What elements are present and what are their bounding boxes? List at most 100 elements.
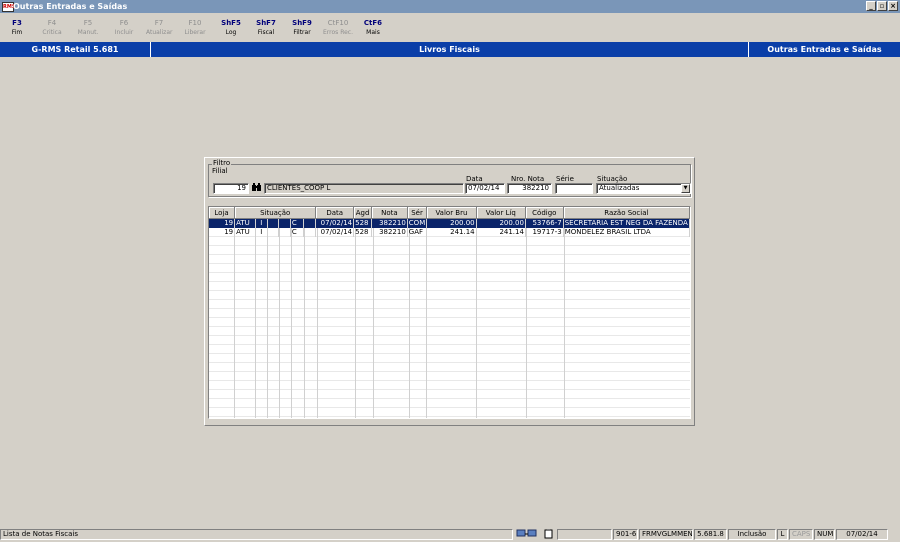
filter-group-label: Filtro bbox=[212, 159, 232, 167]
chevron-down-icon[interactable]: ▼ bbox=[681, 184, 690, 193]
table-row[interactable]: 19 ATU I C 07/02/14 528 382210 COM 200.0… bbox=[209, 218, 690, 228]
cell-agd: 528 bbox=[353, 218, 373, 228]
status-num-indicator: NUM bbox=[814, 529, 835, 540]
toolbar-label: Liberar bbox=[184, 29, 206, 36]
situacao-selected-value: Atualizadas bbox=[599, 184, 640, 192]
toolbar-button-fim[interactable]: F3 Fim bbox=[4, 18, 30, 38]
filter-group: Filtro Filial 19 CLIENTES_COOP L Data 07… bbox=[208, 159, 691, 197]
cell-situacao-flag: C bbox=[290, 228, 304, 237]
close-button[interactable]: × bbox=[888, 1, 898, 11]
toolbar-key: ShF9 bbox=[292, 19, 312, 27]
column-header-data[interactable]: Data bbox=[315, 207, 355, 219]
header-app-version: G-RMS Retail 5.681 bbox=[31, 45, 119, 54]
toolbar-button-atualizar[interactable]: F7 Atualizar bbox=[146, 18, 172, 38]
status-empty-panel bbox=[557, 529, 612, 540]
toolbar-button-erros-rec[interactable]: CtF10 Erros Rec. bbox=[321, 18, 355, 38]
toolbar-label: Atualizar bbox=[146, 29, 173, 36]
cell-situacao-flag bbox=[267, 228, 280, 237]
toolbar-label: Manut. bbox=[77, 29, 99, 36]
status-program: FRMVGLMMENU bbox=[639, 529, 693, 540]
grid-column-divider bbox=[564, 207, 565, 418]
column-header-situacao[interactable]: Situação bbox=[234, 207, 317, 219]
toolbar-label: Filtrar bbox=[293, 29, 311, 36]
toolbar-button-critica[interactable]: F4 Critica bbox=[39, 18, 65, 38]
clipboard-icon bbox=[541, 529, 555, 540]
toolbar-button-fiscal[interactable]: ShF7 Fiscal bbox=[253, 18, 279, 38]
filial-name-field: CLIENTES_COOP L bbox=[264, 183, 464, 194]
toolbar-label: Critica bbox=[42, 29, 62, 36]
cell-situacao: ATU bbox=[234, 228, 256, 237]
grid-column-divider bbox=[255, 207, 256, 418]
column-header-codigo[interactable]: Código bbox=[525, 207, 564, 219]
cell-situacao-flag bbox=[303, 228, 317, 237]
grid-column-divider bbox=[373, 207, 374, 418]
toolbar-label: Mais bbox=[366, 29, 380, 36]
toolbar-button-incluir[interactable]: F6 Incluir bbox=[111, 18, 137, 38]
notas-table: Loja Situação Data Agd Nota Sér Valor Br… bbox=[209, 207, 690, 237]
cell-valor-bru: 200.00 bbox=[426, 218, 477, 228]
minimize-button[interactable]: _ bbox=[866, 1, 876, 11]
toolbar-button-mais[interactable]: CtF6 Mais bbox=[360, 18, 386, 38]
toolbar-button-log[interactable]: ShF5 Log bbox=[218, 18, 244, 38]
cell-valor-bru: 241.14 bbox=[426, 228, 477, 237]
function-key-toolbar: F3 Fim F4 Critica F5 Manut. F6 Incluir F… bbox=[0, 13, 900, 42]
network-icon bbox=[515, 529, 539, 540]
grid-column-divider bbox=[291, 207, 292, 418]
grid-column-divider bbox=[279, 207, 280, 418]
header-module-title: Livros Fiscais bbox=[419, 45, 480, 54]
header-screen-title: Outras Entradas e Saídas bbox=[767, 45, 882, 54]
status-mode: Inclusão bbox=[728, 529, 776, 540]
filial-label: Filial bbox=[212, 167, 228, 175]
toolbar-label: Erros Rec. bbox=[323, 29, 353, 36]
toolbar-key: F3 bbox=[12, 19, 22, 27]
cell-situacao-flag: C bbox=[290, 218, 304, 228]
cell-valor-liq: 200.00 bbox=[476, 218, 526, 228]
toolbar-key: ShF5 bbox=[221, 19, 241, 27]
grid-column-divider bbox=[304, 207, 305, 418]
column-header-agd[interactable]: Agd bbox=[353, 207, 373, 219]
toolbar-label: Fim bbox=[11, 29, 23, 36]
table-row[interactable]: 19 ATU I C 07/02/14 528 382210 GAF 241.1… bbox=[209, 228, 690, 237]
toolbar-button-liberar[interactable]: F10 Liberar bbox=[182, 18, 208, 38]
cell-situacao-flag: I bbox=[255, 218, 268, 228]
data-input[interactable]: 07/02/14 bbox=[465, 183, 505, 194]
toolbar-key: F6 bbox=[119, 19, 129, 27]
situacao-select[interactable]: Atualizadas ▼ bbox=[596, 183, 691, 194]
binoculars-icon[interactable] bbox=[251, 183, 262, 194]
cell-serie: GAF bbox=[407, 228, 428, 237]
column-header-valor-bru[interactable]: Valor Bru bbox=[426, 207, 477, 219]
column-header-serie[interactable]: Sér bbox=[407, 207, 428, 219]
toolbar-button-filtrar[interactable]: ShF9 Filtrar bbox=[289, 18, 315, 38]
toolbar-button-manut[interactable]: F5 Manut. bbox=[75, 18, 101, 38]
cell-codigo: 19717-3 bbox=[525, 228, 564, 237]
notas-grid[interactable]: Loja Situação Data Agd Nota Sér Valor Br… bbox=[208, 206, 691, 419]
data-label: Data bbox=[466, 175, 483, 183]
toolbar-key: F4 bbox=[47, 19, 57, 27]
nro-nota-label: Nro. Nota bbox=[511, 175, 545, 183]
grid-column-divider bbox=[267, 207, 268, 418]
grid-column-divider bbox=[317, 207, 318, 418]
column-header-loja[interactable]: Loja bbox=[209, 207, 236, 219]
toolbar-key: CtF10 bbox=[327, 19, 349, 27]
filial-code-input[interactable]: 19 bbox=[213, 183, 249, 194]
cell-data: 07/02/14 bbox=[315, 228, 355, 237]
column-header-razao-social[interactable]: Razão Social bbox=[563, 207, 690, 219]
cell-situacao-flag: I bbox=[255, 228, 268, 237]
status-code: 901-6 bbox=[613, 529, 638, 540]
column-header-nota[interactable]: Nota bbox=[371, 207, 408, 219]
status-l-indicator: L bbox=[777, 529, 788, 540]
cell-situacao-flag bbox=[267, 218, 280, 228]
grid-column-divider bbox=[234, 207, 235, 418]
serie-input[interactable] bbox=[555, 183, 593, 194]
status-caps-indicator: CAPS bbox=[789, 529, 813, 540]
nro-nota-input[interactable]: 382210 bbox=[507, 183, 552, 194]
cell-situacao: ATU bbox=[234, 218, 256, 228]
situacao-label: Situação bbox=[597, 175, 628, 183]
table-header-row: Loja Situação Data Agd Nota Sér Valor Br… bbox=[209, 207, 690, 219]
grid-column-divider bbox=[426, 207, 427, 418]
toolbar-key: ShF7 bbox=[256, 19, 276, 27]
toolbar-label: Log bbox=[225, 29, 237, 36]
serie-label: Série bbox=[556, 175, 574, 183]
column-header-valor-liq[interactable]: Valor Líq bbox=[476, 207, 526, 219]
maximize-button[interactable]: ▫ bbox=[877, 1, 887, 11]
